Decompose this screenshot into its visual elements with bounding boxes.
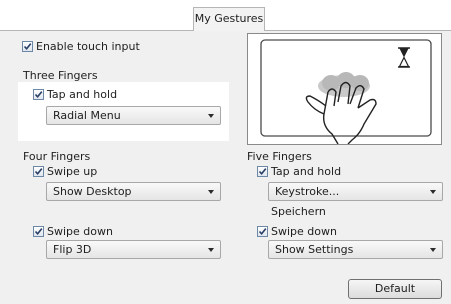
- five-fingers-swipe-down-label: Swipe down: [271, 225, 337, 238]
- select-value: Flip 3D: [53, 243, 92, 256]
- checkmark-icon: [34, 168, 43, 176]
- chevron-down-icon: [208, 114, 214, 118]
- tab-my-gestures[interactable]: My Gestures: [193, 7, 265, 31]
- five-fingers-tap-hold-note: Speichern: [271, 205, 326, 218]
- four-fingers-swipe-up-checkbox[interactable]: [33, 166, 44, 177]
- checkmark-icon: [23, 43, 32, 51]
- three-fingers-title: Three Fingers: [23, 69, 98, 82]
- checkmark-icon: [258, 168, 267, 176]
- four-fingers-swipe-up-select[interactable]: Show Desktop: [46, 182, 221, 201]
- select-value: Show Settings: [275, 243, 354, 256]
- chevron-down-icon: [430, 190, 436, 194]
- four-fingers-swipe-down-select[interactable]: Flip 3D: [46, 240, 221, 259]
- chevron-down-icon: [208, 248, 214, 252]
- default-button[interactable]: Default: [348, 279, 442, 299]
- checkmark-icon: [34, 91, 43, 99]
- four-fingers-title: Four Fingers: [23, 150, 91, 163]
- five-fingers-tap-hold-checkbox[interactable]: [257, 166, 268, 177]
- four-fingers-swipe-up-label: Swipe up: [47, 165, 98, 178]
- chevron-down-icon: [430, 248, 436, 252]
- five-fingers-title: Five Fingers: [247, 150, 312, 163]
- three-fingers-tap-hold-select[interactable]: Radial Menu: [46, 106, 221, 125]
- four-fingers-swipe-down-checkbox[interactable]: [33, 226, 44, 237]
- three-fingers-tap-hold-label: Tap and hold: [47, 88, 118, 101]
- enable-touch-checkbox[interactable]: [22, 41, 33, 52]
- select-value: Keystroke...: [275, 185, 340, 198]
- five-fingers-swipe-down-checkbox[interactable]: [257, 226, 268, 237]
- checkmark-icon: [34, 228, 43, 236]
- select-value: Radial Menu: [53, 109, 121, 122]
- five-fingers-tap-hold-label: Tap and hold: [271, 165, 342, 178]
- enable-touch-label: Enable touch input: [36, 40, 140, 53]
- select-value: Show Desktop: [53, 185, 132, 198]
- checkmark-icon: [258, 228, 267, 236]
- chevron-down-icon: [208, 190, 214, 194]
- five-fingers-swipe-down-select[interactable]: Show Settings: [268, 240, 443, 259]
- four-fingers-swipe-down-label: Swipe down: [47, 225, 113, 238]
- three-fingers-tap-hold-checkbox[interactable]: [33, 89, 44, 100]
- gesture-preview: [247, 33, 442, 145]
- five-fingers-tap-hold-select[interactable]: Keystroke...: [268, 182, 443, 201]
